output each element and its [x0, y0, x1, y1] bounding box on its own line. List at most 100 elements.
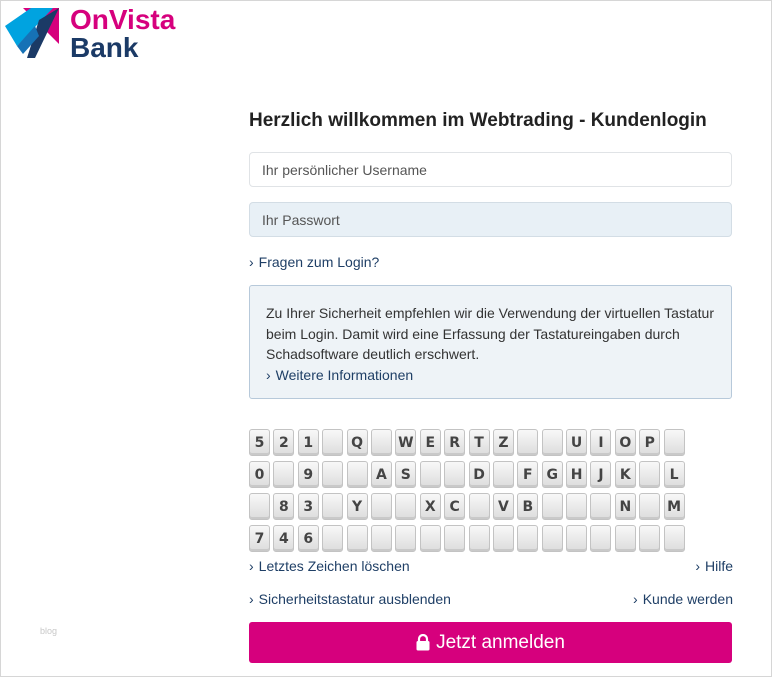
- chevron-right-icon: ›: [266, 366, 271, 383]
- key-blank[interactable]: [370, 525, 392, 552]
- help-link[interactable]: › Hilfe: [695, 558, 733, 574]
- key-n[interactable]: N: [614, 493, 636, 520]
- chevron-right-icon: ›: [249, 254, 254, 270]
- key-blank[interactable]: [541, 493, 563, 520]
- key-blank[interactable]: [419, 461, 441, 488]
- hide-keyboard-link[interactable]: › Sicherheitstastatur ausblenden: [249, 591, 451, 607]
- delete-last-char-link[interactable]: › Letztes Zeichen löschen: [249, 558, 410, 574]
- key-0[interactable]: 0: [249, 461, 270, 488]
- key-r[interactable]: R: [444, 429, 466, 456]
- keyboard-row: 83Y XCVB NM: [249, 493, 688, 525]
- chevron-right-icon: ›: [695, 558, 700, 574]
- key-blank[interactable]: [517, 525, 539, 552]
- hide-keyboard-label: Sicherheitstastatur ausblenden: [258, 591, 451, 607]
- key-i[interactable]: I: [590, 429, 612, 456]
- key-y[interactable]: Y: [346, 493, 368, 520]
- key-u[interactable]: U: [566, 429, 588, 456]
- key-blank[interactable]: [346, 525, 368, 552]
- key-blank[interactable]: [663, 525, 685, 552]
- become-customer-label: Kunde werden: [642, 591, 733, 607]
- key-blank[interactable]: [590, 525, 612, 552]
- key-o[interactable]: O: [614, 429, 636, 456]
- key-blank[interactable]: [273, 461, 295, 488]
- key-blank[interactable]: [517, 429, 539, 456]
- help-label: Hilfe: [704, 558, 733, 574]
- login-button[interactable]: Jetzt anmelden: [249, 622, 732, 663]
- key-blank[interactable]: [322, 461, 344, 488]
- key-8[interactable]: 8: [273, 493, 295, 520]
- key-m[interactable]: M: [663, 493, 685, 520]
- key-blank[interactable]: [419, 525, 441, 552]
- password-input[interactable]: [249, 202, 732, 237]
- key-x[interactable]: X: [419, 493, 441, 520]
- logo-line-bank: Bank: [70, 32, 139, 63]
- key-l[interactable]: L: [663, 461, 685, 488]
- lock-icon: [416, 634, 430, 651]
- key-blank[interactable]: [663, 429, 685, 456]
- key-blank[interactable]: [322, 525, 344, 552]
- chevron-right-icon: ›: [249, 558, 254, 574]
- key-4[interactable]: 4: [273, 525, 295, 552]
- key-blank[interactable]: [541, 429, 563, 456]
- login-faq-link[interactable]: › Fragen zum Login?: [249, 254, 379, 270]
- key-blank[interactable]: [639, 461, 661, 488]
- key-blank[interactable]: [444, 461, 466, 488]
- key-blank[interactable]: [322, 493, 344, 520]
- key-3[interactable]: 3: [297, 493, 319, 520]
- logo-wordmark: OnVista Bank: [70, 6, 175, 62]
- key-z[interactable]: Z: [492, 429, 514, 456]
- keyboard-row: 521QWERTZ UIOP: [249, 429, 688, 461]
- key-5[interactable]: 5: [249, 429, 270, 456]
- key-c[interactable]: C: [444, 493, 466, 520]
- key-blank[interactable]: [395, 493, 417, 520]
- chevron-right-icon: ›: [633, 591, 638, 607]
- key-1[interactable]: 1: [297, 429, 319, 456]
- chevron-right-icon: ›: [249, 591, 254, 607]
- virtual-keyboard: 521QWERTZ UIOP 09 AS DFGHJKL 83Y XCVB NM 746: [249, 429, 688, 557]
- key-blank[interactable]: [395, 525, 417, 552]
- key-blank[interactable]: [468, 493, 490, 520]
- key-blank[interactable]: [370, 429, 392, 456]
- key-blank[interactable]: [444, 525, 466, 552]
- key-9[interactable]: 9: [297, 461, 319, 488]
- key-h[interactable]: H: [566, 461, 588, 488]
- keyboard-row: 09 AS DFGHJKL: [249, 461, 688, 493]
- key-2[interactable]: 2: [273, 429, 295, 456]
- key-blank[interactable]: [566, 493, 588, 520]
- key-t[interactable]: T: [468, 429, 490, 456]
- key-blank[interactable]: [639, 525, 661, 552]
- key-d[interactable]: D: [468, 461, 490, 488]
- more-info-link[interactable]: › Weitere Informationen: [266, 365, 715, 386]
- key-q[interactable]: Q: [346, 429, 368, 456]
- key-v[interactable]: V: [492, 493, 514, 520]
- logo-line-onvista: OnVista: [70, 4, 176, 35]
- key-g[interactable]: G: [541, 461, 563, 488]
- key-a[interactable]: A: [370, 461, 392, 488]
- key-blank[interactable]: [566, 525, 588, 552]
- key-blank[interactable]: [370, 493, 392, 520]
- key-blank[interactable]: [492, 461, 514, 488]
- key-j[interactable]: J: [590, 461, 612, 488]
- keyboard-row: 746: [249, 525, 688, 557]
- key-w[interactable]: W: [395, 429, 417, 456]
- username-input[interactable]: [249, 152, 732, 187]
- key-blank[interactable]: [492, 525, 514, 552]
- key-blank[interactable]: [590, 493, 612, 520]
- key-blank[interactable]: [639, 493, 661, 520]
- onvista-bank-logo[interactable]: OnVista Bank: [5, 6, 205, 62]
- key-e[interactable]: E: [419, 429, 441, 456]
- key-blank[interactable]: [468, 525, 490, 552]
- key-p[interactable]: P: [639, 429, 661, 456]
- key-s[interactable]: S: [395, 461, 417, 488]
- key-blank[interactable]: [346, 461, 368, 488]
- key-b[interactable]: B: [517, 493, 539, 520]
- key-blank[interactable]: [249, 493, 270, 520]
- key-6[interactable]: 6: [297, 525, 319, 552]
- key-7[interactable]: 7: [249, 525, 270, 552]
- key-k[interactable]: K: [614, 461, 636, 488]
- key-blank[interactable]: [322, 429, 344, 456]
- become-customer-link[interactable]: › Kunde werden: [633, 591, 733, 607]
- key-f[interactable]: F: [517, 461, 539, 488]
- key-blank[interactable]: [541, 525, 563, 552]
- key-blank[interactable]: [614, 525, 636, 552]
